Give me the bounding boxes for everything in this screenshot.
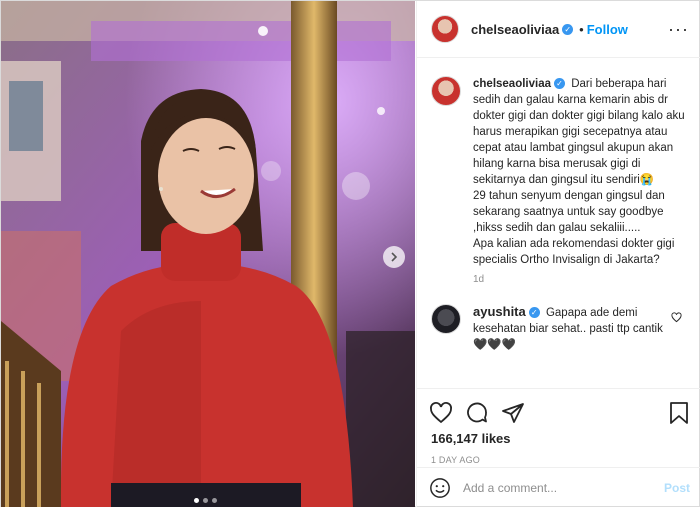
caption-text: Dari beberapa hari sedih dan galau karna… [473, 78, 685, 266]
photo-illustration [1, 1, 415, 507]
comment-item: ayushita ✓ Gapapa ade demi kesehatan biar… [431, 304, 688, 353]
carousel-dot [212, 498, 217, 503]
post-photo[interactable] [1, 1, 415, 507]
chevron-right-icon [391, 252, 398, 262]
follow-button[interactable]: Follow [587, 22, 628, 37]
comment-body: ayushita ✓ Gapapa ade demi kesehatan biar… [473, 304, 671, 353]
post-comment-button[interactable]: Post [664, 481, 690, 495]
caption: chelseaoliviaa ✓ Dari beberapa hari sedih… [431, 76, 688, 268]
comments-section[interactable]: chelseaoliviaa ✓ Dari beberapa hari sedih… [417, 58, 700, 388]
caption-author-avatar[interactable] [431, 76, 461, 106]
comment-bubble-icon[interactable] [465, 401, 489, 425]
verified-badge-icon: ✓ [528, 307, 540, 319]
like-heart-icon[interactable] [429, 401, 453, 425]
more-options-icon[interactable]: ··· [668, 19, 689, 40]
author-username[interactable]: chelseaoliviaa [471, 22, 559, 37]
header-separator: • [579, 21, 584, 37]
bookmark-icon[interactable] [668, 401, 690, 425]
carousel-dot [194, 498, 199, 503]
action-icons [417, 389, 700, 429]
caption-username[interactable]: chelseaoliviaa [473, 78, 551, 90]
share-send-icon[interactable] [501, 401, 525, 425]
instagram-post: chelseaoliviaa ✓ • Follow ··· chelseaoli… [0, 0, 700, 507]
caption-time-ago[interactable]: 1d [473, 274, 688, 285]
comment-username[interactable]: ayushita [473, 304, 526, 319]
author-avatar[interactable] [431, 15, 459, 43]
carousel-indicator [194, 498, 217, 503]
verified-badge-icon: ✓ [562, 23, 574, 35]
verified-badge-icon: ✓ [554, 78, 565, 90]
caption-body: chelseaoliviaa ✓ Dari beberapa hari sedih… [473, 76, 686, 268]
comment-like-icon[interactable] [671, 310, 682, 328]
emoji-smiley-icon[interactable] [429, 477, 451, 499]
commenter-avatar[interactable] [431, 304, 461, 334]
comment-input[interactable] [463, 481, 664, 495]
post-date[interactable]: 1 DAY AGO [417, 455, 700, 465]
likes-count[interactable]: 166,147 likes [417, 431, 700, 446]
post-side-panel: chelseaoliviaa ✓ • Follow ··· chelseaoli… [416, 1, 700, 507]
carousel-dot [203, 498, 208, 503]
carousel-next-button[interactable] [383, 246, 405, 268]
post-header: chelseaoliviaa ✓ • Follow ··· [417, 1, 700, 58]
add-comment-bar: Post [417, 467, 700, 507]
